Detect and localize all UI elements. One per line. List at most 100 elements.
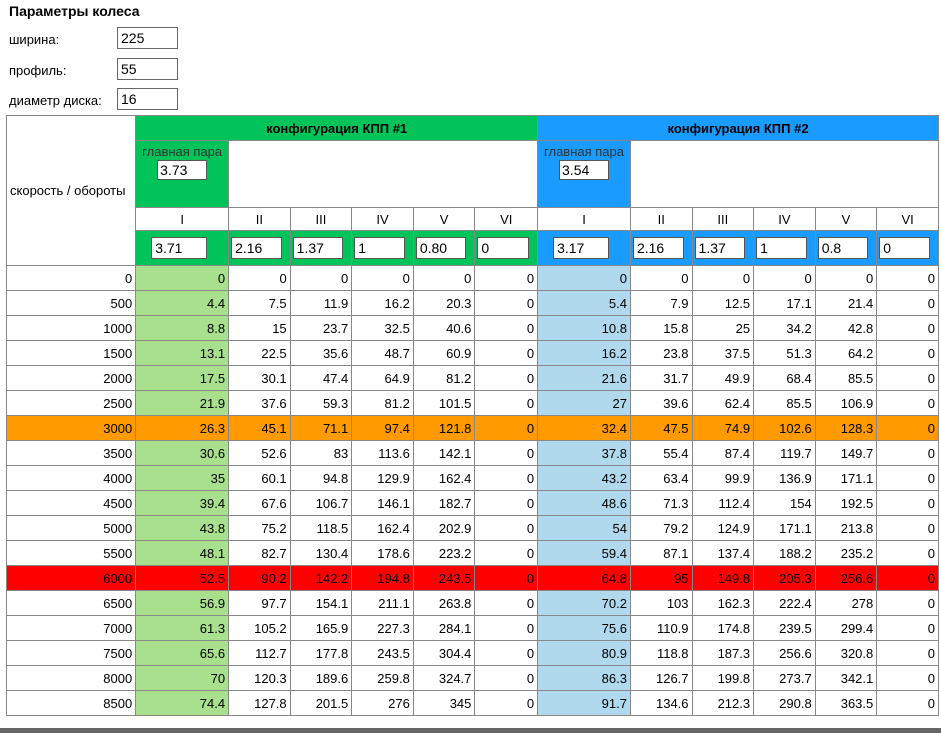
config1-speed-cell: 304.4 <box>412 640 476 666</box>
config2-ratio-input-1[interactable] <box>553 237 610 259</box>
config2-ratio-input-4[interactable] <box>756 237 807 259</box>
config2-speed-cell: 136.9 <box>753 465 816 491</box>
config2-speed-cell: 74.9 <box>691 415 755 441</box>
config2-speed-cell: 0 <box>876 390 939 416</box>
config2-speed-cell: 10.8 <box>537 315 631 341</box>
config2-speed-cell: 126.7 <box>629 665 693 691</box>
config2-speed-cell: 71.3 <box>629 490 693 516</box>
config1-speed-cell: 130.4 <box>289 540 353 566</box>
config1-speed-cell: 162.4 <box>351 515 414 541</box>
profile-input[interactable] <box>117 58 178 80</box>
config1-speed-cell: 83 <box>289 440 353 466</box>
config1-speed-cell: 8.8 <box>135 315 230 341</box>
config2-ratio-cell <box>814 230 878 266</box>
config2-speed-cell: 0 <box>876 615 939 641</box>
config1-speed-cell: 39.4 <box>135 490 230 516</box>
config1-main-pair-input[interactable] <box>157 160 208 180</box>
config2-speed-cell: 154 <box>753 490 816 516</box>
config2-main-pair-input[interactable] <box>559 160 610 180</box>
config2-speed-cell: 0 <box>876 565 939 591</box>
config1-speed-cell: 81.2 <box>412 365 476 391</box>
table-row: 4000 35 60.1 94.8 129.9 162.4 0 43.2 63.4 99.9 136… <box>5 465 939 491</box>
config1-ratio-input-6[interactable] <box>477 237 530 259</box>
config2-speed-cell: 21.6 <box>537 365 631 391</box>
table-row: 6500 56.9 97.7 154.1 211.1 263.8 0 70.2 103 162.3… <box>5 590 939 616</box>
config2-speed-cell: 0 <box>814 265 878 291</box>
config1-speed-cell: 182.7 <box>412 490 476 516</box>
config2-speed-cell: 17.1 <box>753 290 816 316</box>
config2-speed-cell: 363.5 <box>814 690 878 716</box>
config2-speed-cell: 16.2 <box>537 340 631 366</box>
config1-speed-cell: 0 <box>474 565 539 591</box>
config1-ratio-cell <box>135 230 230 266</box>
config1-speed-cell: 0 <box>474 440 539 466</box>
config1-ratio-input-3[interactable] <box>292 237 344 259</box>
config2-speed-cell: 110.9 <box>629 615 693 641</box>
config2-speed-cell: 32.4 <box>537 415 631 441</box>
config1-speed-cell: 178.6 <box>351 540 414 566</box>
config1-speed-cell: 162.4 <box>412 465 476 491</box>
config1-speed-cell: 189.6 <box>289 665 353 691</box>
diameter-row: диаметр диска: <box>9 88 209 112</box>
rpm-cell: 6500 <box>5 590 137 616</box>
config2-speed-cell: 48.6 <box>537 490 631 516</box>
config1-speed-cell: 0 <box>474 390 539 416</box>
config2-speed-cell: 87.4 <box>691 440 755 466</box>
gear-label: II <box>629 207 693 231</box>
config2-speed-cell: 273.7 <box>753 665 816 691</box>
config1-ratio-input-4[interactable] <box>354 237 405 259</box>
gear-label: I <box>537 207 631 231</box>
config2-speed-cell: 51.3 <box>753 340 816 366</box>
config1-speed-cell: 23.7 <box>289 315 353 341</box>
config2-speed-cell: 86.3 <box>537 665 631 691</box>
config2-speed-cell: 0 <box>876 265 939 291</box>
main-pair-label: главная пара <box>544 144 624 159</box>
config2-ratio-input-5[interactable] <box>817 237 869 259</box>
config2-ratio-input-6[interactable] <box>879 237 930 259</box>
gear-label: V <box>814 207 878 231</box>
rpm-cell: 6000 <box>5 565 137 591</box>
table-row: 0000000000000 <box>5 265 939 291</box>
config1-speed-cell: 97.7 <box>228 590 291 616</box>
table-row: 2500 21.9 37.6 59.3 81.2 101.5 0 27 39.6 62.4 85.5… <box>5 390 939 416</box>
table-row: 7000 61.3 105.2 165.9 227.3 284.1 0 75.6 110.9 17… <box>5 615 939 641</box>
config2-ratio-cell <box>537 230 631 266</box>
config1-speed-cell: 0 <box>474 690 539 716</box>
table-row: 1000 8.8 15 23.7 32.5 40.6 0 10.8 15.8 25 34.2 42.8… <box>5 315 939 341</box>
config2-speed-cell: 0 <box>876 365 939 391</box>
config2-speed-cell: 37.8 <box>537 440 631 466</box>
config2-ratio-input-3[interactable] <box>694 237 746 259</box>
config1-speed-cell: 35.6 <box>289 340 353 366</box>
diameter-input[interactable] <box>117 88 178 110</box>
table-row: 500 4.4 7.5 11.9 16.2 20.3 0 5.4 7.9 12.5 17.1 21.4… <box>5 290 939 316</box>
config2-speed-cell: 49.9 <box>691 365 755 391</box>
config1-speed-cell: 60.1 <box>228 465 291 491</box>
width-input[interactable] <box>117 27 178 49</box>
config2-speed-cell: 188.2 <box>753 540 816 566</box>
speed-table: скорость / обороты конфигурация КПП #1 к… <box>5 115 940 716</box>
config2-speed-cell: 174.8 <box>691 615 755 641</box>
config2-speed-cell: 199.8 <box>691 665 755 691</box>
config2-ratio-cell <box>691 230 755 266</box>
config1-ratio-input-5[interactable] <box>415 237 467 259</box>
config1-speed-cell: 21.9 <box>135 390 230 416</box>
config1-ratio-input-2[interactable] <box>231 237 282 259</box>
gear-label: II <box>228 207 291 231</box>
config2-speed-cell: 23.8 <box>629 340 693 366</box>
config2-ratio-input-2[interactable] <box>632 237 684 259</box>
config2-speed-cell: 171.1 <box>814 465 878 491</box>
table-row: 5000 43.8 75.2 118.5 162.4 202.9 0 54 79.2 124.9 1… <box>5 515 939 541</box>
config1-speed-cell: 70 <box>135 665 230 691</box>
config1-ratio-input-1[interactable] <box>151 237 208 259</box>
config2-speed-cell: 68.4 <box>753 365 816 391</box>
config1-speed-cell: 259.8 <box>351 665 414 691</box>
config2-speed-cell: 99.9 <box>691 465 755 491</box>
config1-speed-cell: 202.9 <box>412 515 476 541</box>
config1-speed-cell: 345 <box>412 690 476 716</box>
config2-speed-cell: 0 <box>876 665 939 691</box>
profile-row: профиль: <box>9 58 209 82</box>
config1-speed-cell: 82.7 <box>228 540 291 566</box>
config2-speed-cell: 278 <box>814 590 878 616</box>
config2-speed-cell: 0 <box>876 315 939 341</box>
config2-speed-cell: 55.4 <box>629 440 693 466</box>
